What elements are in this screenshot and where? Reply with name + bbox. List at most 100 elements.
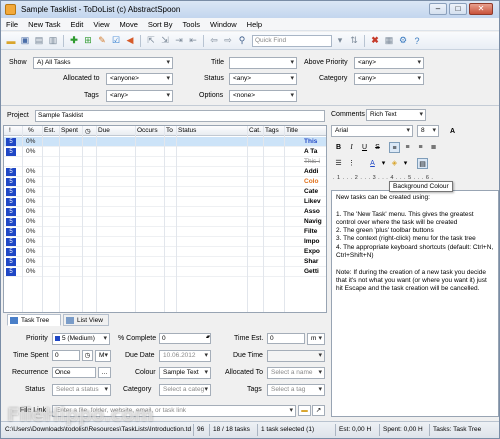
task-title[interactable]: Asso (304, 208, 320, 215)
close-button[interactable]: ✕ (469, 3, 493, 15)
tab-list-view[interactable]: List View (63, 314, 109, 326)
category-filter-combo[interactable]: <any> (354, 73, 424, 85)
task-row[interactable]: 5 0% A Ta (4, 147, 326, 157)
task-title[interactable]: Expo (304, 248, 320, 255)
edit-pencil-icon[interactable]: ✎ (96, 35, 108, 47)
col-due[interactable]: Due (98, 127, 110, 134)
italic-icon[interactable]: I (346, 142, 357, 153)
col-category[interactable]: Cat. (249, 127, 261, 134)
task-title[interactable]: A Ta (304, 148, 317, 155)
col-title[interactable]: Title (286, 127, 298, 134)
sort-icon[interactable]: ⇅ (348, 35, 360, 47)
task-row[interactable]: 5 0% Colo (4, 177, 326, 187)
priority-badge[interactable]: 5 (6, 148, 16, 156)
task-row[interactable]: 5 0% Likev (4, 197, 326, 207)
task-title[interactable]: Cate (304, 188, 318, 195)
settings-gear-icon[interactable]: ⚙ (397, 35, 409, 47)
wordwrap-icon[interactable]: ▤ (417, 158, 428, 169)
recurrence-input[interactable]: Once (52, 367, 96, 378)
priority-badge[interactable]: 5 (6, 168, 16, 176)
text-colour-icon[interactable]: A (367, 158, 378, 169)
col-percent[interactable]: % (28, 127, 34, 134)
bold-icon[interactable]: B (333, 142, 344, 153)
text-colour-dropdown-icon[interactable]: ▾ (378, 158, 389, 169)
font-size-combo[interactable]: 8 (417, 125, 439, 137)
maximize-button[interactable]: □ (449, 3, 467, 15)
minimize-button[interactable]: – (429, 3, 447, 15)
browse-folder-icon[interactable]: ▬ (298, 405, 311, 416)
tags-filter-combo[interactable]: <any> (106, 90, 173, 102)
priority-badge[interactable]: 5 (6, 218, 16, 226)
col-clock-icon[interactable]: ◷ (85, 127, 91, 135)
open-folder-icon[interactable]: ▬ (5, 35, 17, 47)
menu-tools[interactable]: Tools (177, 20, 205, 29)
menu-view[interactable]: View (88, 20, 114, 29)
priority-combo[interactable]: 5 (Medium) (52, 333, 110, 345)
open-link-icon[interactable]: ↗ (312, 405, 325, 416)
quick-find-input[interactable]: Quick Find (252, 34, 332, 47)
above-priority-combo[interactable]: <any> (354, 57, 424, 69)
task-tree[interactable]: ! % Est. Spent ◷ Due Occurs To Status Ca… (3, 125, 327, 313)
percent-complete-input[interactable]: 0 (159, 333, 211, 344)
outdent-icon[interactable]: ⇤ (187, 35, 199, 47)
strikethrough-icon[interactable]: S (372, 142, 383, 153)
justify-icon[interactable]: ≣ (428, 142, 439, 153)
task-title[interactable]: Getti (304, 268, 319, 275)
show-filter-combo[interactable]: A) All Tasks (33, 57, 173, 69)
priority-badge[interactable]: 5 (6, 238, 16, 246)
priority-badge[interactable]: 5 (6, 178, 16, 186)
task-title[interactable]: Likev (304, 198, 321, 205)
save-icon[interactable]: ▣ (19, 35, 31, 47)
comments-editor[interactable]: New tasks can be created using: 1. The '… (331, 190, 499, 417)
tags-combo[interactable]: Select a tag (267, 384, 325, 396)
numbering-icon[interactable]: ⋮ (346, 158, 357, 169)
menu-window[interactable]: Window (205, 20, 242, 29)
status-combo[interactable]: Select a status (52, 384, 111, 396)
due-time-combo[interactable] (267, 350, 325, 362)
task-row[interactable]: 5 0% Impo (4, 237, 326, 247)
task-row[interactable]: 5 0% Getti (4, 267, 326, 277)
font-style-icon[interactable]: A (447, 126, 458, 137)
align-right-icon[interactable]: ≡ (415, 142, 426, 153)
task-title[interactable]: Filte (304, 228, 317, 235)
task-title[interactable]: This (304, 138, 317, 145)
col-priority[interactable]: ! (9, 127, 11, 134)
preferences-icon[interactable]: ▦ (383, 35, 395, 47)
move-up-icon[interactable]: ⇱ (145, 35, 157, 47)
time-spent-input[interactable]: 0 (52, 350, 80, 361)
priority-badge[interactable]: 5 (6, 138, 16, 146)
menu-move[interactable]: Move (115, 20, 143, 29)
new-task-icon[interactable]: ✚ (68, 35, 80, 47)
colour-combo[interactable]: Sample Text (159, 367, 211, 379)
task-row[interactable]: This-i (4, 157, 326, 167)
time-est-unit-combo[interactable]: m (307, 333, 325, 345)
priority-badge[interactable]: 5 (6, 228, 16, 236)
task-title[interactable]: Shar (304, 258, 318, 265)
task-row[interactable]: 5 0% Addi (4, 167, 326, 177)
timer-clock-icon[interactable]: ◷ (82, 350, 93, 361)
task-title[interactable]: Colo (304, 178, 318, 185)
time-spent-unit-combo[interactable]: M (95, 350, 111, 362)
comments-format-combo[interactable]: Rich Text (366, 109, 426, 121)
bullets-icon[interactable]: ☰ (333, 158, 344, 169)
align-left-icon[interactable]: ≡ (389, 142, 400, 153)
indent-icon[interactable]: ⇥ (173, 35, 185, 47)
clear-filter-icon[interactable]: ✖ (369, 35, 381, 47)
menu-file[interactable]: File (1, 20, 23, 29)
priority-badge[interactable]: 5 (6, 268, 16, 276)
underline-icon[interactable]: U (359, 142, 370, 153)
filter-icon[interactable]: ▾ (334, 35, 346, 47)
align-center-icon[interactable]: ≡ (402, 142, 413, 153)
move-down-icon[interactable]: ⇲ (159, 35, 171, 47)
task-row[interactable]: 5 0% Filte (4, 227, 326, 237)
menu-sort-by[interactable]: Sort By (143, 20, 178, 29)
arrow-left-icon[interactable]: ⇦ (208, 35, 220, 47)
help-icon[interactable]: ? (411, 35, 423, 47)
time-est-input[interactable]: 0 (267, 333, 305, 344)
menu-new-task[interactable]: New Task (23, 20, 65, 29)
title-filter-input[interactable] (229, 57, 297, 69)
col-est[interactable]: Est. (44, 127, 55, 134)
task-row[interactable]: 5 0% Cate (4, 187, 326, 197)
col-status[interactable]: Status (178, 127, 196, 134)
copy-icon[interactable]: ▥ (47, 35, 59, 47)
